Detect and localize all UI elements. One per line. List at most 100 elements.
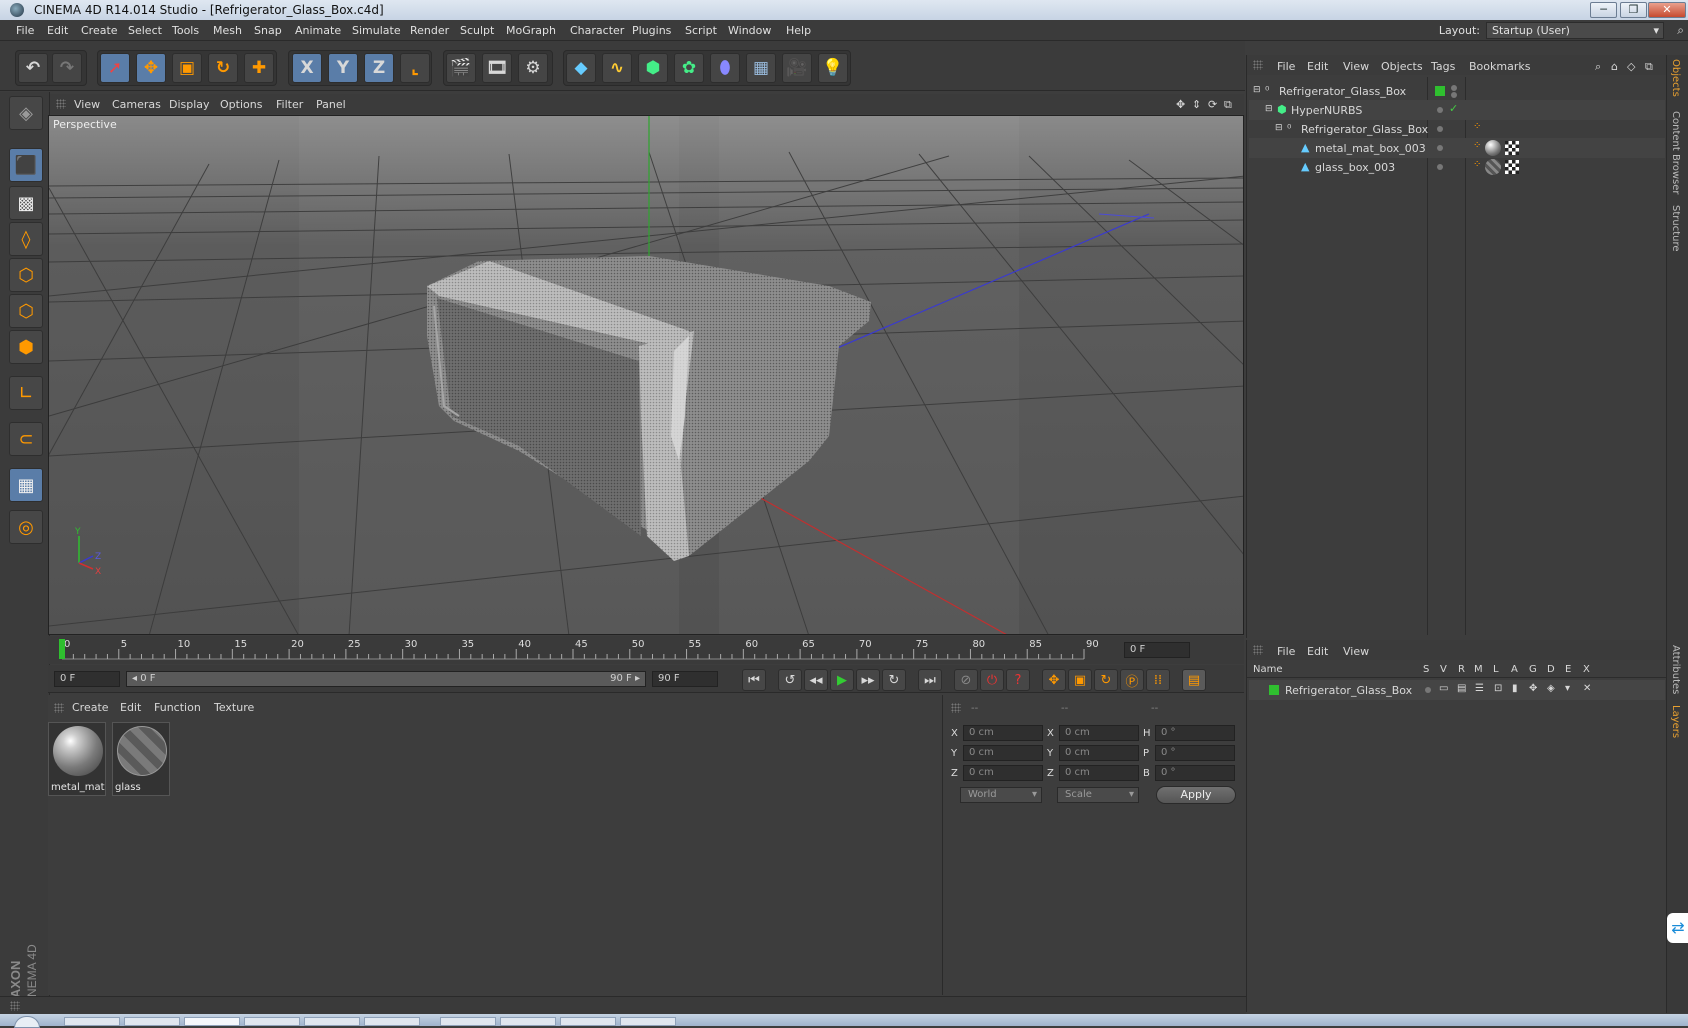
material-swatch-glass[interactable]: glass [112,722,170,796]
deformers-toggle-icon[interactable]: ◈ [1547,683,1555,694]
tab-layers[interactable]: Layers [1670,705,1681,738]
perspective-viewport[interactable]: Y Z X Perspective [48,115,1244,635]
pos-z-field[interactable]: 0 cm [963,765,1043,781]
undo-icon[interactable]: ↶ [18,53,48,83]
mograph-cloner-icon[interactable]: ✿ [674,53,704,83]
end-frame-field[interactable]: 90 F [652,671,718,687]
size-z-field[interactable]: 0 cm [1059,765,1139,781]
lock-toggle-icon[interactable]: ⊡ [1494,683,1502,694]
home-icon[interactable]: ⌂ [1611,60,1618,73]
taskbar-item[interactable] [244,1017,300,1026]
start-button-icon[interactable] [14,1016,40,1028]
axis-mode-icon[interactable]: ∟ [9,376,43,410]
objects-menu-edit[interactable]: Edit [1307,60,1328,73]
key-parameter-icon[interactable]: Ⓟ [1120,669,1144,691]
collapse-icon[interactable]: ⊟ [1265,104,1273,114]
size-x-field[interactable]: 0 cm [1059,725,1139,741]
layer-color-icon[interactable] [1269,685,1279,695]
next-key-icon[interactable]: ↻ [882,669,906,691]
snap-magnet-icon[interactable]: ⊂ [9,422,43,456]
close-button[interactable]: ✕ [1648,2,1686,18]
menu-help[interactable]: Help [786,24,811,37]
panel-gripper-icon[interactable] [1253,60,1263,70]
menu-select[interactable]: Select [128,24,162,37]
coordinate-mode-dropdown[interactable]: Scale ▾ [1057,787,1139,803]
minimize-button[interactable]: ─ [1590,2,1617,18]
planar-workplane-icon[interactable]: ◎ [9,510,43,544]
panel-gripper-icon[interactable] [10,1001,20,1011]
nurbs-icon[interactable]: ⬢ [638,53,668,83]
taskbar-item[interactable] [304,1017,360,1026]
menu-script[interactable]: Script [685,24,717,37]
coordinate-space-dropdown[interactable]: World ▾ [960,787,1042,803]
timeline-window-icon[interactable]: ▤ [1182,669,1206,691]
floor-scene-icon[interactable]: ▦ [746,53,776,83]
rotate-icon[interactable]: ↻ [208,53,238,83]
menu-edit[interactable]: Edit [47,24,68,37]
make-editable-icon[interactable]: ◈ [9,96,43,130]
manager-toggle-icon[interactable]: ☰ [1475,683,1484,694]
rot-h-field[interactable]: 0 ° [1155,725,1235,741]
menu-plugins[interactable]: Plugins [632,24,671,37]
live-selection-icon[interactable]: ➚ [100,53,130,83]
panel-gripper-icon[interactable] [1253,645,1263,655]
pos-x-field[interactable]: 0 cm [963,725,1043,741]
viewport-menu-display[interactable]: Display [169,98,210,111]
taskbar-item[interactable] [64,1017,120,1026]
go-to-start-icon[interactable]: ⏮ [742,669,766,691]
previous-frame-icon[interactable]: ◂◂ [804,669,828,691]
start-frame-field[interactable]: 0 F [54,671,120,687]
viewport-menu-view[interactable]: View [74,98,100,111]
camera-icon[interactable]: 🎥 [782,53,812,83]
uvw-tag-icon[interactable] [1505,160,1519,174]
teamviewer-icon[interactable]: ⇄ [1667,913,1688,943]
edges-mode-icon[interactable]: ⬡ [9,294,43,328]
taskbar-item[interactable] [124,1017,180,1026]
up-icon[interactable]: ◇ [1627,60,1635,73]
record-active-icon[interactable]: ⊘ [954,669,978,691]
viewport-menu-filter[interactable]: Filter [276,98,303,111]
animation-toggle-icon[interactable]: ▮ [1512,683,1518,694]
next-frame-icon[interactable]: ▸▸ [856,669,880,691]
xref-toggle-icon[interactable]: ✕ [1583,683,1591,694]
menu-render[interactable]: Render [410,24,449,37]
material-menu-texture[interactable]: Texture [214,701,254,714]
key-pla-icon[interactable]: ⁞⁞ [1146,669,1170,691]
view-toggle-icon[interactable]: ▭ [1439,683,1448,694]
workplane-mode-icon[interactable]: ◊ [9,222,43,256]
points-mode-icon[interactable]: ⬡ [9,258,43,292]
metal-material-tag-icon[interactable] [1485,140,1501,156]
menu-window[interactable]: Window [728,24,771,37]
render-picture-viewer-icon[interactable]: 🎞 [482,53,512,83]
move-icon[interactable]: ✥ [136,53,166,83]
redo-icon[interactable]: ↷ [52,53,82,83]
tab-structure[interactable]: Structure [1670,205,1681,252]
layer-color-icon[interactable] [1435,86,1445,96]
material-menu-edit[interactable]: Edit [120,701,141,714]
menu-mesh[interactable]: Mesh [213,24,242,37]
locked-workplane-icon[interactable]: ▦ [9,468,43,502]
render-settings-icon[interactable]: ⚙ [518,53,548,83]
search-icon[interactable]: ⌕ [1677,23,1684,38]
spline-icon[interactable]: ∿ [602,53,632,83]
z-axis-lock-button[interactable]: Z [364,53,394,83]
size-y-field[interactable]: 0 cm [1059,745,1139,761]
viewport-zoom-icon[interactable]: ⇕ [1192,98,1201,111]
visibility-dot[interactable] [1437,145,1443,151]
object-row[interactable]: ⊟ ⬢ HyperNURBS ✓ [1249,100,1665,120]
taskbar-item[interactable] [364,1017,420,1026]
search-icon[interactable]: ⌕ [1595,60,1601,74]
current-frame-field[interactable]: 0 F [1124,642,1190,658]
autokey-icon[interactable]: ⏻ [980,669,1004,691]
timeline-ruler[interactable]: 0 5 10 15 20 25 30 35 40 45 50 55 60 65 70 75 80 85 90 0 F [48,636,1244,664]
collapse-icon[interactable]: ⊟ [1275,123,1283,133]
polygons-mode-icon[interactable]: ⬢ [9,330,43,364]
objects-menu-file[interactable]: File [1277,60,1295,73]
taskbar-item[interactable] [560,1017,616,1026]
scale-icon[interactable]: ▣ [172,53,202,83]
key-rotation-icon[interactable]: ↻ [1094,669,1118,691]
menu-animate[interactable]: Animate [295,24,341,37]
taskbar-item[interactable] [184,1017,240,1026]
deformer-icon[interactable]: ⬮ [710,53,740,83]
cube-primitive-icon[interactable]: ◆ [566,53,596,83]
